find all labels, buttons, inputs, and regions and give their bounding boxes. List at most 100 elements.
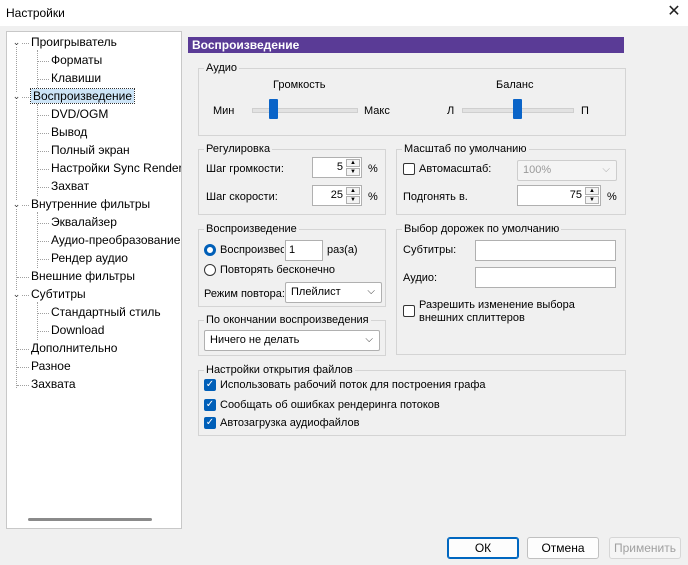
tree-item-label: Клавиши xyxy=(51,71,102,85)
settings-tree[interactable]: Проигрыватель ⌄ Форматы Клавиши Воспроизведе… xyxy=(6,31,182,529)
tree-item[interactable]: Субтитры xyxy=(31,286,86,303)
tree-item[interactable]: Полный экран xyxy=(51,142,130,159)
expand-chevron-icon[interactable]: ⌄ xyxy=(12,200,21,209)
fit-spinner[interactable]: 75 ▲ ▼ xyxy=(517,185,601,206)
external-splitters-checkbox[interactable] xyxy=(403,305,415,317)
spin-down-icon[interactable]: ▼ xyxy=(346,168,360,176)
tree-item[interactable]: Форматы xyxy=(51,52,102,69)
tree-connector xyxy=(38,133,49,134)
tree-item[interactable]: Эквалайзер xyxy=(51,214,117,231)
tree-item[interactable]: Рендер аудио xyxy=(51,250,128,267)
tree-connector xyxy=(38,169,49,170)
autoload-audio-checkbox[interactable]: ✓ xyxy=(204,417,216,429)
tree-item[interactable]: Вывод xyxy=(51,124,87,141)
tree-item-label: Вывод xyxy=(51,125,88,139)
tree-item-label: Разное xyxy=(31,359,71,373)
tree-item[interactable]: Внешние фильтры xyxy=(31,268,135,285)
audio-track-input[interactable] xyxy=(475,267,616,288)
worker-thread-label[interactable]: Использовать рабочий поток для построени… xyxy=(220,379,486,391)
tree-item[interactable]: Захвата xyxy=(31,376,76,393)
tree-item-label: Внутренние фильтры xyxy=(31,197,151,211)
close-icon[interactable]: ✕ xyxy=(664,2,684,22)
play-count-label[interactable]: Воспроизвести xyxy=(220,244,284,256)
play-count-radio[interactable] xyxy=(204,244,216,256)
playback-group-label: Воспроизведение xyxy=(204,223,299,235)
external-splitters-label-2[interactable]: внешних сплиттеров xyxy=(419,312,525,324)
title-bar xyxy=(0,0,688,26)
autoscale-checkbox[interactable] xyxy=(403,163,415,175)
repeat-forever-label[interactable]: Повторять бесконечно xyxy=(220,264,335,276)
audio-group xyxy=(198,68,626,136)
volume-slider-track[interactable] xyxy=(252,108,358,113)
after-playback-select[interactable]: Ничего не делать ⌵ xyxy=(204,330,380,351)
file-open-group-label: Настройки открытия файлов xyxy=(204,364,355,376)
tree-item[interactable]: Дополнительно xyxy=(31,340,117,357)
external-splitters-label-1[interactable]: Разрешить изменение выбора xyxy=(419,299,575,311)
times-label: раз(а) xyxy=(327,244,358,256)
tree-item[interactable]: DVD/OGM xyxy=(51,106,108,123)
repeat-mode-value: Плейлист xyxy=(291,286,341,298)
tree-item[interactable]: Настройки Sync Render xyxy=(51,160,181,177)
render-errors-label[interactable]: Сообщать об ошибках рендеринга потоков xyxy=(220,399,440,411)
subtitles-label: Субтитры: xyxy=(403,244,457,256)
volume-slider-thumb[interactable] xyxy=(268,99,278,119)
spin-up-icon[interactable]: ▲ xyxy=(346,187,360,195)
repeat-mode-select[interactable]: Плейлист ⌵ xyxy=(285,282,382,303)
expand-chevron-icon[interactable]: ⌄ xyxy=(12,92,21,101)
tree-item-label: Рендер аудио xyxy=(51,251,128,265)
tree-item-label: Дополнительно xyxy=(31,341,118,355)
volume-min-label: Мин xyxy=(213,105,235,117)
tree-connector xyxy=(38,313,49,314)
tree-connector xyxy=(17,367,29,368)
tree-item[interactable]: Клавиши xyxy=(51,70,101,87)
tree-item[interactable]: Аудио-преобразование xyxy=(51,232,180,249)
tree-item-label: Аудио-преобразование xyxy=(51,233,181,247)
balance-label: Баланс xyxy=(496,79,534,91)
fit-label: Подгонять в. xyxy=(403,191,468,203)
speed-step-spinner[interactable]: 25 ▲ ▼ xyxy=(312,185,362,206)
cancel-button[interactable]: Отмена xyxy=(527,537,599,559)
tree-item[interactable]: Разное xyxy=(31,358,71,375)
play-count-value: 1 xyxy=(289,244,296,256)
volume-step-spinner[interactable]: 5 ▲ ▼ xyxy=(312,157,362,178)
balance-right-label: П xyxy=(581,105,589,117)
render-errors-checkbox[interactable]: ✓ xyxy=(204,399,216,411)
spin-down-icon[interactable]: ▼ xyxy=(346,196,360,204)
worker-thread-checkbox[interactable]: ✓ xyxy=(204,379,216,391)
apply-button[interactable]: Применить xyxy=(609,537,681,559)
tree-item[interactable]: Download xyxy=(51,322,104,339)
tree-connector xyxy=(17,277,29,278)
tree-item[interactable]: Внутренние фильтры xyxy=(31,196,150,213)
autoscale-label[interactable]: Автомасштаб: xyxy=(419,163,491,175)
tree-branch-line xyxy=(37,104,38,196)
after-playback-group-label: По окончании воспроизведения xyxy=(204,314,371,326)
speed-step-value: 25 xyxy=(330,189,343,201)
tree-item-label: Проигрыватель xyxy=(31,35,117,49)
tree-item-label: Внешние фильтры xyxy=(31,269,135,283)
expand-chevron-icon[interactable]: ⌄ xyxy=(12,38,21,47)
page-title: Воспроизведение xyxy=(188,37,624,53)
balance-slider-thumb[interactable] xyxy=(513,99,522,119)
subtitles-input[interactable] xyxy=(475,240,616,261)
spin-up-icon[interactable]: ▲ xyxy=(346,159,360,167)
tree-horizontal-scrollbar[interactable] xyxy=(28,518,152,521)
ok-button[interactable]: ОК xyxy=(447,537,519,559)
tree-item[interactable]: Проигрыватель xyxy=(31,34,117,51)
tree-connector xyxy=(38,151,49,152)
audio-track-label: Аудио: xyxy=(403,272,438,284)
tree-item[interactable]: Захват xyxy=(51,178,89,195)
spin-down-icon[interactable]: ▼ xyxy=(585,196,599,204)
repeat-forever-radio[interactable] xyxy=(204,264,216,276)
audio-group-label: Аудио xyxy=(204,62,240,74)
autoload-audio-label[interactable]: Автозагрузка аудиофайлов xyxy=(220,417,359,429)
tree-item-label: Полный экран xyxy=(51,143,130,157)
tree-item-label: Эквалайзер xyxy=(51,215,117,229)
tree-item-label: Форматы xyxy=(51,53,103,67)
tree-item[interactable]: Стандартный стиль xyxy=(51,304,161,321)
expand-chevron-icon[interactable]: ⌄ xyxy=(12,290,21,299)
autoscale-combo[interactable]: 100% ⌵ xyxy=(517,160,617,181)
play-count-input[interactable]: 1 xyxy=(285,240,323,261)
tree-item[interactable]: Воспроизведение xyxy=(29,88,136,105)
spin-up-icon[interactable]: ▲ xyxy=(585,187,599,195)
adjust-group-label: Регулировка xyxy=(204,143,273,155)
